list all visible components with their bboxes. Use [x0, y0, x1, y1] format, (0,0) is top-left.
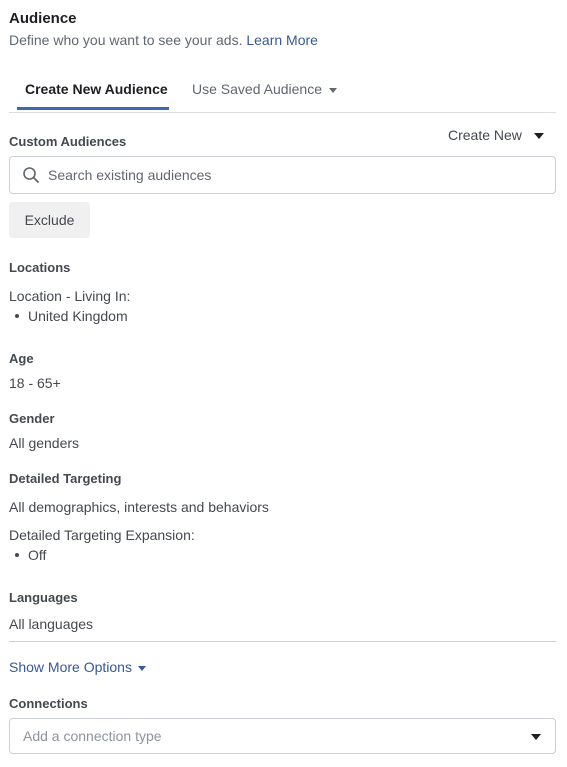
gender-label: Gender	[9, 411, 55, 426]
location-value: United Kingdom	[28, 308, 128, 324]
location-item: United Kingdom	[15, 308, 128, 324]
caret-down-icon	[531, 734, 541, 740]
age-value: 18 - 65+	[9, 375, 61, 391]
create-new-label: Create New	[448, 127, 522, 143]
locations-label: Locations	[9, 260, 71, 275]
tab-label: Create New Audience	[25, 81, 168, 97]
create-new-dropdown[interactable]: Create New	[448, 127, 544, 143]
bullet-icon	[15, 553, 19, 558]
languages-label: Languages	[9, 590, 78, 605]
show-more-label: Show More Options	[9, 659, 132, 675]
gender-value: All genders	[9, 435, 80, 451]
connection-type-select[interactable]: Add a connection type	[9, 718, 556, 754]
connections-label: Connections	[9, 696, 88, 711]
tab-label: Use Saved Audience	[192, 81, 322, 97]
audience-subtitle: Define who you want to see your ads. Lea…	[9, 32, 318, 48]
show-more-options-link[interactable]: Show More Options	[9, 659, 146, 675]
location-living-in: Location - Living In:	[9, 288, 131, 304]
caret-down-icon	[328, 87, 337, 93]
audience-title: Audience	[9, 10, 77, 27]
detailed-targeting-value: All demographics, interests and behavior…	[9, 499, 269, 515]
tab-create-new-audience[interactable]: Create New Audience	[17, 72, 169, 110]
languages-value: All languages	[9, 616, 94, 632]
caret-down-icon	[137, 665, 146, 671]
detailed-targeting-expansion-label: Detailed Targeting Expansion:	[9, 527, 195, 543]
custom-audiences-label: Custom Audiences	[9, 134, 127, 149]
audience-tabs: Create New Audience Use Saved Audience	[9, 72, 556, 113]
expansion-item: Off	[15, 547, 46, 563]
learn-more-link[interactable]: Learn More	[246, 32, 318, 48]
audience-search-box[interactable]	[9, 156, 556, 194]
bullet-icon	[15, 314, 19, 319]
tab-use-saved-audience[interactable]: Use Saved Audience	[192, 72, 337, 110]
search-input[interactable]	[48, 157, 538, 193]
audience-description: Define who you want to see your ads.	[9, 32, 243, 48]
expansion-value: Off	[28, 547, 47, 563]
caret-down-icon	[533, 133, 544, 140]
age-label: Age	[9, 351, 34, 366]
audience-panel: Audience Define who you want to see your…	[0, 0, 567, 767]
detailed-targeting-label: Detailed Targeting	[9, 471, 122, 486]
search-icon	[23, 167, 39, 183]
connection-type-placeholder: Add a connection type	[23, 728, 162, 744]
section-divider	[9, 641, 556, 642]
exclude-button[interactable]: Exclude	[9, 202, 90, 238]
